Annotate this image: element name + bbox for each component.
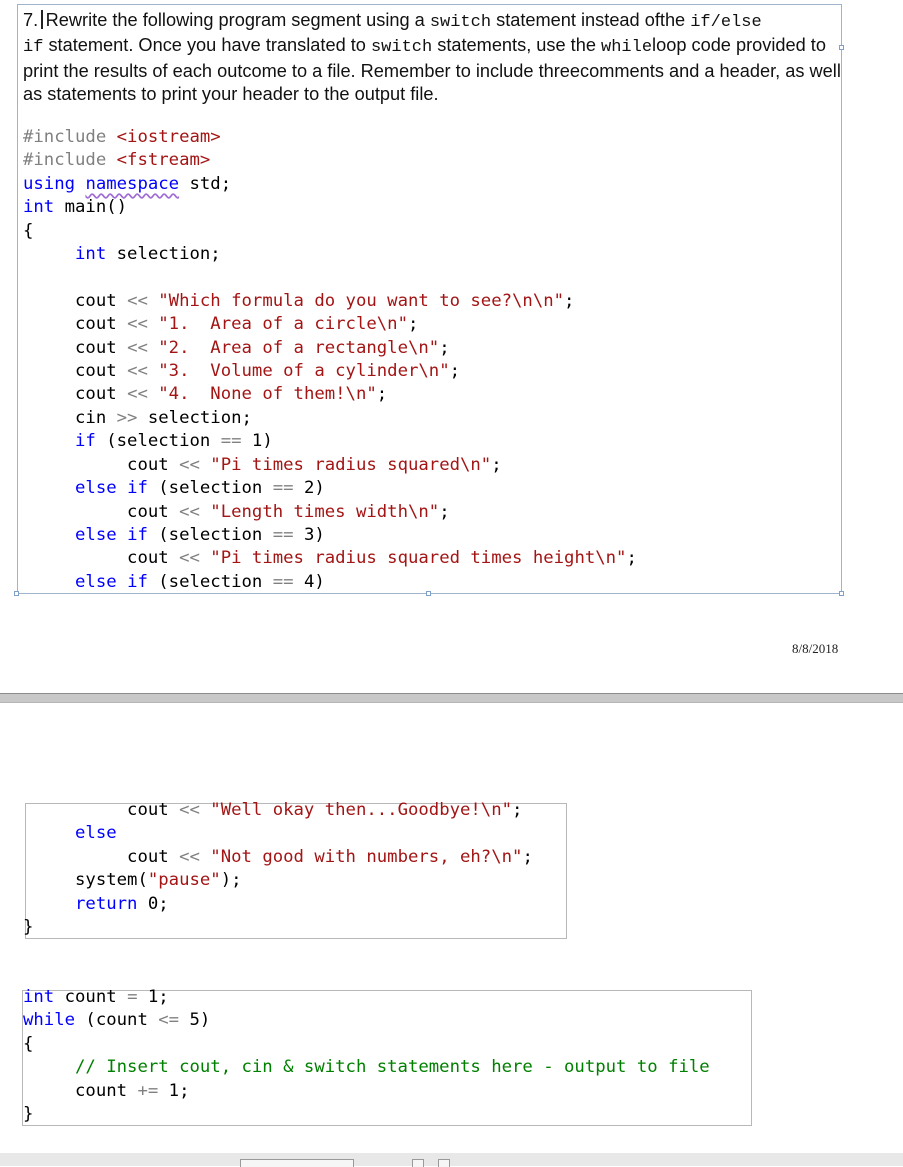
status-bar: [0, 1153, 903, 1166]
question-number: 7.: [23, 10, 39, 30]
code-block-main: #include <iostream> #include <fstream> u…: [23, 127, 637, 592]
footer-date: 8/8/2018: [792, 641, 839, 656]
code-block-continued: cout << "Well okay then...Goodbye!\n"; e…: [23, 800, 533, 938]
resize-handle-bottom-left[interactable]: [14, 591, 19, 596]
question-text: 7. Rewrite the following program segment …: [23, 10, 841, 104]
code-block-while-loop: int count = 1; while (count <= 5) { // I…: [23, 987, 710, 1125]
page-break: [0, 693, 903, 703]
resize-handle-bottom-right[interactable]: [839, 591, 844, 596]
text-cursor: [41, 10, 43, 29]
